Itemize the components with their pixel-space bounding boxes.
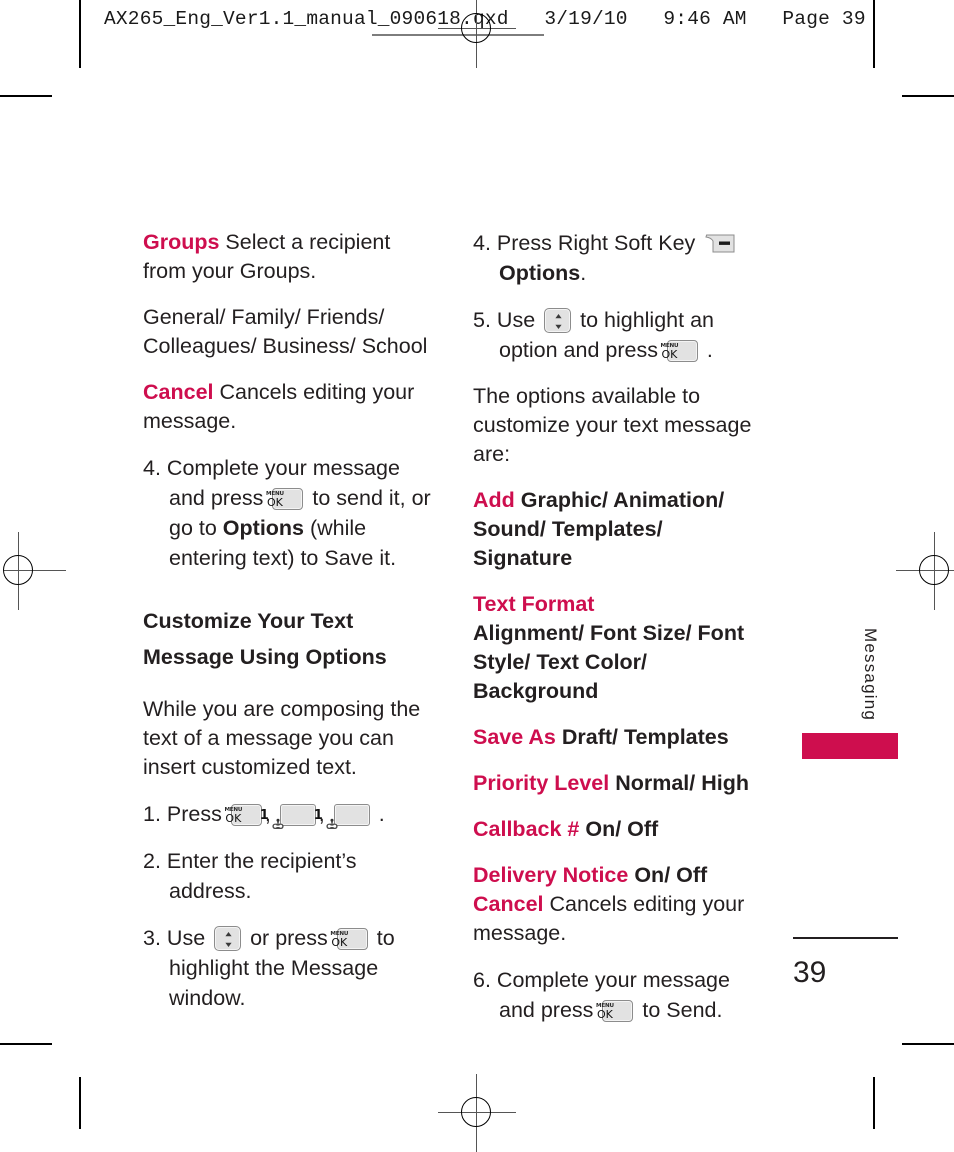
right-step-6: 6. Complete your message and press MENU O… bbox=[473, 965, 763, 1025]
left-step-4: 4. Complete your message and press MENU O… bbox=[143, 453, 433, 573]
option-entry: Priority Level Normal/ High bbox=[473, 769, 763, 798]
side-tab-block bbox=[802, 733, 898, 759]
menu-ok-key-icon: MENU OK bbox=[661, 340, 698, 362]
option-values: On/ Off bbox=[579, 817, 659, 841]
option-values: Alignment/ Font Size/ Font Style/ Text C… bbox=[473, 621, 745, 703]
cancel-paragraph-left: Cancel Cancels editing your message. bbox=[143, 378, 433, 436]
menu-ok-key-bottom-label: OK bbox=[661, 347, 678, 361]
number-one-key-icon: 1 bbox=[260, 804, 316, 829]
menu-ok-key-bottom-label: OK bbox=[596, 1007, 613, 1021]
left-step-3-number: 3. bbox=[143, 926, 161, 950]
groups-term: Groups bbox=[143, 230, 220, 254]
option-values: On/ Off bbox=[628, 863, 708, 887]
option-values: Normal/ High bbox=[609, 771, 749, 795]
menu-ok-key-icon: MENU OK bbox=[224, 804, 262, 826]
left-step-4-number: 4. bbox=[143, 456, 161, 480]
menu-ok-key-icon: MENU OK bbox=[596, 1000, 634, 1022]
navigation-up-down-key-icon bbox=[544, 308, 572, 333]
left-step-3-use-label: Use bbox=[160, 926, 212, 950]
option-entry: Save As Draft/ Templates bbox=[473, 723, 763, 752]
groups-paragraph: Groups Select a recipient from your Grou… bbox=[143, 228, 433, 286]
option-term: Delivery Notice bbox=[473, 863, 629, 887]
left-step-4-options: Options bbox=[222, 516, 305, 540]
side-tab-label: Messaging bbox=[861, 628, 880, 722]
right-step-4: 4. Press Right Soft Key Options. bbox=[473, 228, 763, 288]
cancel-paragraph-right: Cancel Cancels editing your message. bbox=[473, 890, 763, 948]
manual-page: Groups Select a recipient from your Grou… bbox=[0, 58, 954, 1145]
registration-mark-top bbox=[438, 0, 516, 68]
registration-mark-top-ring bbox=[461, 13, 491, 43]
option-term: Save As bbox=[473, 725, 556, 749]
right-step-5: 5. Use to highlight an option and press … bbox=[473, 305, 763, 365]
groups-list: General/ Family/ Friends/ Colleagues/ Bu… bbox=[143, 305, 428, 358]
right-step-4-period: . bbox=[580, 261, 587, 285]
option-term: Callback # bbox=[473, 817, 580, 841]
left-step-3: 3. Use or press MENU OK to highlight the … bbox=[143, 923, 433, 1013]
page-number: 39 bbox=[793, 956, 827, 989]
menu-ok-key-icon: MENU OK bbox=[330, 928, 368, 950]
right-step-6-text-2: to Send. bbox=[636, 998, 723, 1022]
option-values: Draft/ Templates bbox=[555, 725, 729, 749]
option-term: Text Format bbox=[473, 592, 595, 616]
options-intro-paragraph: The options available to customize your … bbox=[473, 384, 752, 466]
menu-ok-key-bottom-label: OK bbox=[225, 811, 242, 825]
menu-ok-key-icon: MENU OK bbox=[266, 488, 304, 510]
right-column: 4. Press Right Soft Key Options. 5. Use … bbox=[473, 228, 763, 1042]
right-step-4-number: 4. bbox=[473, 231, 491, 255]
option-entry: Add Graphic/ Animation/ Sound/ Templates… bbox=[473, 486, 763, 573]
right-step-5-period: . bbox=[700, 338, 713, 362]
right-step-5-number: 5. bbox=[473, 308, 491, 332]
option-entry: Delivery Notice On/ Off bbox=[473, 861, 763, 890]
left-step-3-orpress-label: or press bbox=[244, 926, 334, 950]
menu-ok-key-bottom-label: OK bbox=[331, 935, 348, 949]
right-step-4-options: Options bbox=[499, 261, 581, 285]
right-soft-key-icon bbox=[704, 233, 736, 254]
folio-rule bbox=[793, 937, 898, 939]
left-step-1-period: . bbox=[372, 802, 385, 826]
right-step-4-text: Press Right Soft Key bbox=[490, 231, 702, 255]
left-column: Groups Select a recipient from your Grou… bbox=[143, 228, 433, 1030]
cancel-term-left: Cancel bbox=[143, 380, 214, 404]
voicemail-glyph-icon bbox=[326, 809, 365, 829]
option-term: Add bbox=[473, 488, 515, 512]
option-entry: Text Format Alignment/ Font Size/ Font St… bbox=[473, 590, 763, 706]
right-step-5-use-label: Use bbox=[490, 308, 542, 332]
voicemail-glyph-icon bbox=[272, 809, 311, 829]
left-step-1: 1. Press MENU OK, 1, 1 . bbox=[143, 799, 433, 829]
left-step-1-number: 1. bbox=[143, 802, 161, 826]
customize-intro-paragraph: While you are composing the text of a me… bbox=[143, 697, 421, 779]
number-one-key-icon: 1 bbox=[314, 804, 370, 829]
cancel-term-right: Cancel bbox=[473, 892, 544, 916]
menu-ok-key-bottom-label: OK bbox=[266, 495, 283, 509]
right-step-6-number: 6. bbox=[473, 968, 491, 992]
page-section-heading: Customize Your Text Message Using Option… bbox=[143, 609, 387, 669]
left-step-1-press-label: Press bbox=[160, 802, 228, 826]
left-step-2: 2. Enter the recipient’s address. bbox=[143, 849, 357, 903]
option-term: Priority Level bbox=[473, 771, 610, 795]
navigation-up-down-key-icon bbox=[214, 926, 242, 951]
option-entry: Callback # On/ Off bbox=[473, 815, 763, 844]
options-list: Add Graphic/ Animation/ Sound/ Templates… bbox=[473, 486, 763, 890]
